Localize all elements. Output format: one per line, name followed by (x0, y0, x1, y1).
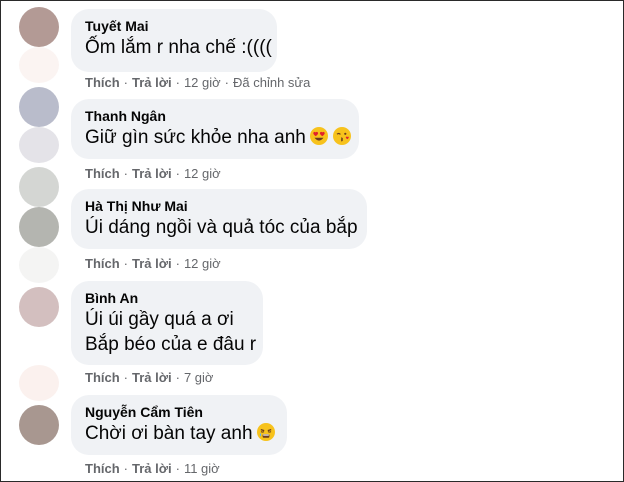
avatar[interactable] (19, 405, 59, 445)
separator: · (175, 461, 180, 476)
comment-bubble: Bình An Úi úi gầy quá a ơi Bắp béo của e… (71, 281, 263, 365)
comment-text-content: Chời ơi bàn tay anh (85, 423, 253, 444)
comment-actions: Thích · Trả lời · 12 giờ (85, 256, 221, 272)
separator: · (175, 256, 180, 271)
comment-author[interactable]: Thanh Ngân (85, 107, 345, 125)
separator: · (175, 75, 180, 90)
avatar[interactable] (19, 7, 59, 47)
comment-text-content: Giữ gìn sức khỏe nha anh (85, 127, 306, 148)
comment-text: Úi úi gầy quá a ơi (85, 309, 234, 330)
separator: · (123, 75, 129, 90)
reply-button[interactable]: Trả lời (132, 166, 172, 181)
reply-button[interactable]: Trả lời (132, 461, 172, 476)
reply-button[interactable]: Trả lời (132, 256, 172, 271)
avatar[interactable] (19, 207, 59, 247)
comment-bubble: Thanh Ngân Giữ gìn sức khỏe nha anh (71, 99, 359, 159)
comment-section: Tuyết Mai Ốm lắm r nha chế :(((( Thích · T… (0, 0, 624, 482)
avatar-shadow (19, 247, 59, 283)
reply-button[interactable]: Trả lời (132, 370, 172, 385)
comment-bubble: Nguyễn Cẩm Tiên Chời ơi bàn tay anh (71, 395, 287, 455)
timestamp[interactable]: 12 giờ (184, 75, 221, 90)
comment-actions: Thích · Trả lời · 12 giờ (85, 166, 221, 182)
separator: · (123, 256, 129, 271)
comment-text: Giữ gìn sức khỏe nha anh (85, 125, 351, 153)
avatar[interactable] (19, 87, 59, 127)
comment-text: Ốm lắm r nha chế :(((( (85, 37, 272, 58)
kissing-emoji (332, 126, 352, 153)
like-button[interactable]: Thích (85, 75, 120, 90)
comment-author[interactable]: Hà Thị Như Mai (85, 197, 353, 215)
separator: · (123, 461, 129, 476)
comment-text: Bắp béo của e đâu r (85, 334, 257, 355)
comment-actions: Thích · Trả lời · 7 giờ (85, 370, 213, 386)
comment-bubble: Hà Thị Như Mai Úi dáng ngồi và quả tóc c… (71, 189, 367, 249)
like-button[interactable]: Thích (85, 461, 120, 476)
avatar[interactable] (19, 287, 59, 327)
edited-label: Đã chỉnh sửa (233, 75, 311, 90)
separator: · (224, 75, 230, 90)
separator: · (175, 370, 180, 385)
timestamp[interactable]: 12 giờ (184, 166, 221, 181)
crying-emoji (256, 422, 276, 449)
avatar-shadow (19, 365, 59, 401)
like-button[interactable]: Thích (85, 370, 120, 385)
avatar-shadow (19, 127, 59, 163)
comment-author[interactable]: Tuyết Mai (85, 17, 263, 35)
like-button[interactable]: Thích (85, 166, 120, 181)
separator: · (123, 370, 129, 385)
like-button[interactable]: Thích (85, 256, 120, 271)
comment-actions: Thích · Trả lời · 11 giờ (85, 461, 220, 477)
avatar-shadow (19, 47, 59, 83)
comment-bubble: Tuyết Mai Ốm lắm r nha chế :(((( (71, 9, 277, 72)
timestamp[interactable]: 7 giờ (184, 370, 214, 385)
comment-actions: Thích · Trả lời · 12 giờ · Đã chỉnh sửa (85, 75, 310, 91)
comment-author[interactable]: Bình An (85, 289, 249, 307)
timestamp[interactable]: 11 giờ (184, 461, 220, 476)
timestamp[interactable]: 12 giờ (184, 256, 221, 271)
reply-button[interactable]: Trả lời (132, 75, 172, 90)
heart-eyes-emoji (309, 126, 329, 153)
separator: · (175, 166, 180, 181)
comment-author[interactable]: Nguyễn Cẩm Tiên (85, 403, 273, 421)
comment-text: Chời ơi bàn tay anh (85, 421, 276, 449)
comment-text: Úi dáng ngồi và quả tóc của bắp (85, 217, 358, 238)
avatar[interactable] (19, 167, 59, 207)
separator: · (123, 166, 129, 181)
